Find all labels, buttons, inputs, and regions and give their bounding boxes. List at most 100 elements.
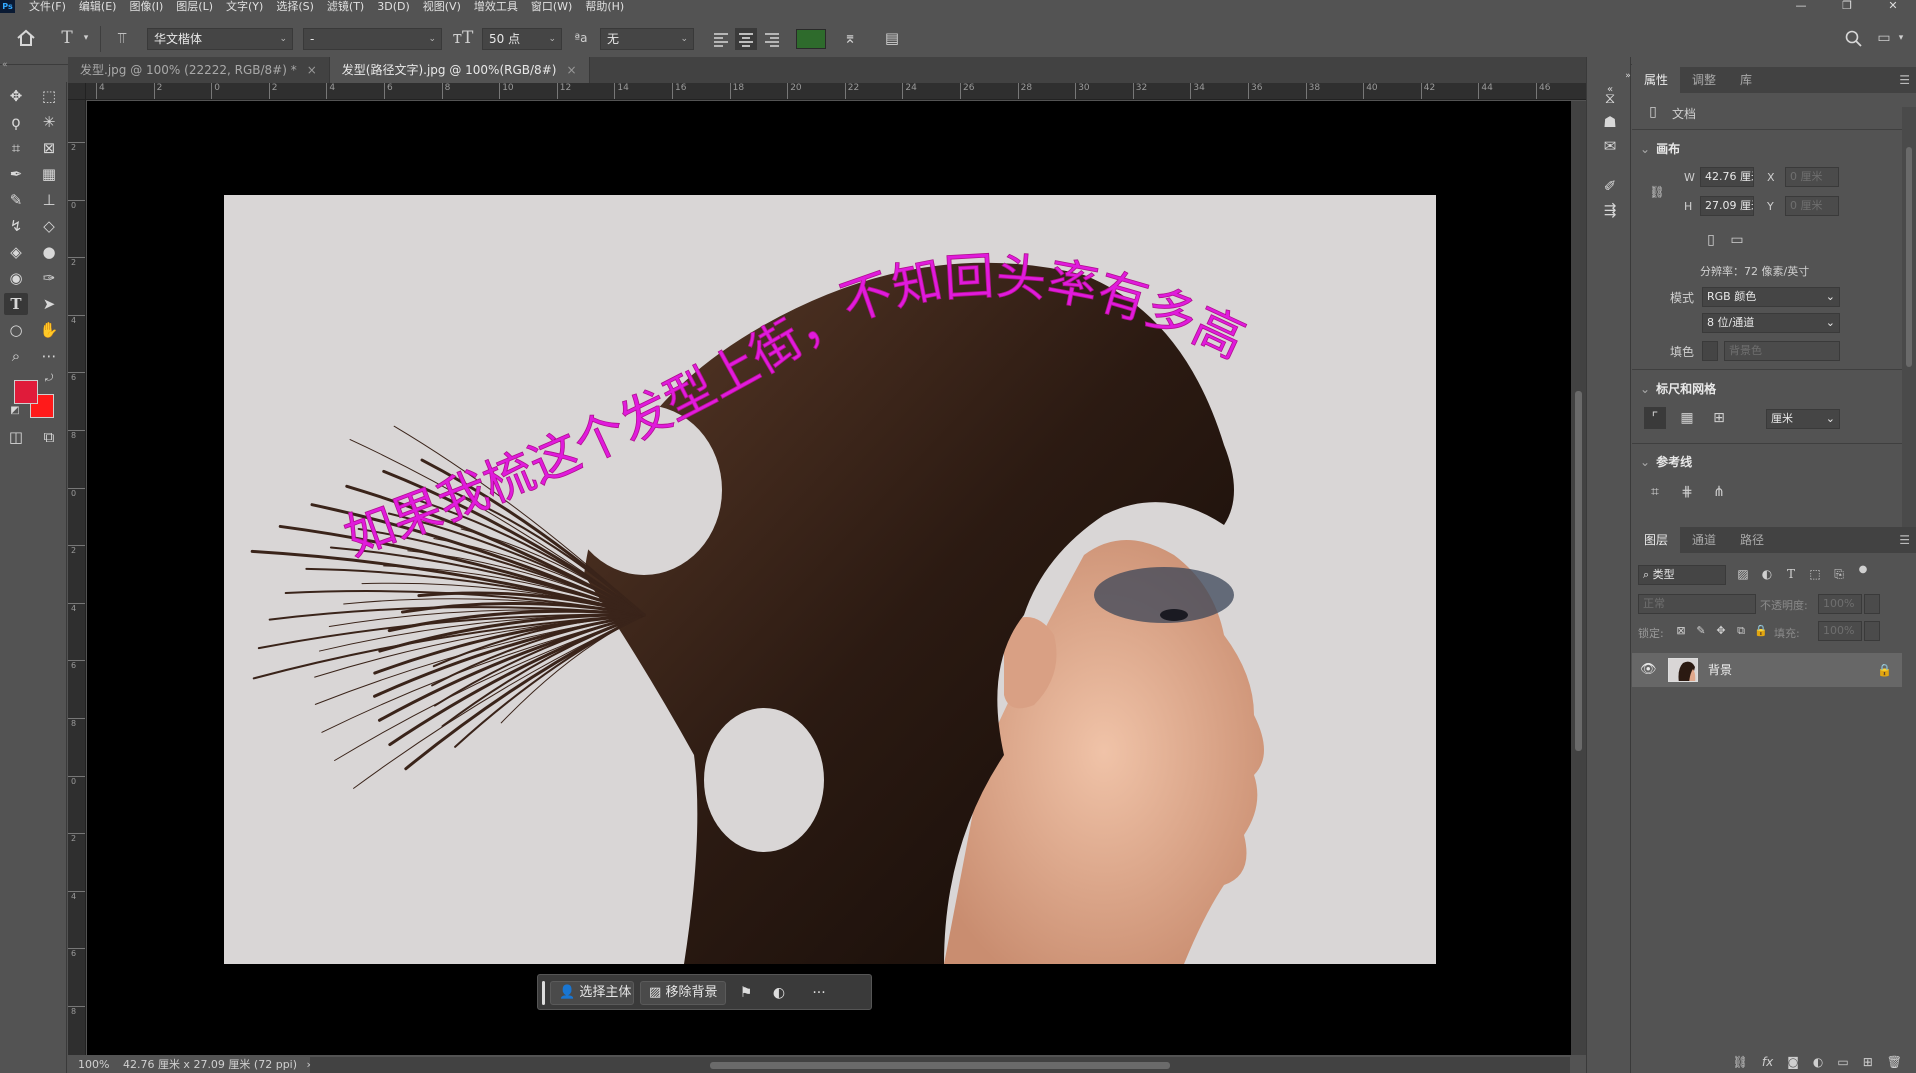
- home-icon[interactable]: [14, 26, 38, 50]
- history-brush-icon[interactable]: ↯: [4, 215, 28, 237]
- workspace-icon[interactable]: ▭: [1873, 27, 1895, 49]
- guide-from-shape-icon[interactable]: ⋔: [1708, 481, 1730, 503]
- guides-icon[interactable]: ⌗: [1644, 481, 1666, 503]
- select-subject-button[interactable]: 👤 选择主体: [550, 981, 634, 1005]
- menu-file[interactable]: 文件(F): [29, 0, 66, 13]
- move-tool-icon[interactable]: ✥: [4, 85, 28, 107]
- default-colors-icon[interactable]: ◩: [8, 404, 22, 418]
- filter-smart-object-icon[interactable]: ⎘: [1828, 563, 1850, 585]
- type-tool-icon[interactable]: T: [4, 293, 28, 315]
- canvas-horizontal-scrollbar[interactable]: [310, 1057, 1570, 1073]
- adjustment-icon[interactable]: ◐: [766, 981, 792, 1005]
- font-style-dropdown[interactable]: - ⌄: [303, 28, 442, 50]
- layer-name[interactable]: 背景: [1708, 653, 1732, 687]
- menu-view[interactable]: 视图(V): [423, 0, 461, 13]
- fill-color-swatch[interactable]: [1702, 341, 1718, 361]
- guide-layout-icon[interactable]: ⋕: [1676, 481, 1698, 503]
- brush-tool-icon[interactable]: ✎: [4, 189, 28, 211]
- lock-all-icon[interactable]: 🔒: [1750, 620, 1772, 642]
- chevron-down-icon[interactable]: ▾: [80, 27, 92, 49]
- add-mask-icon[interactable]: ◙: [1787, 1055, 1799, 1069]
- layer-style-icon[interactable]: fx: [1762, 1055, 1773, 1069]
- menu-plugins[interactable]: 增效工具: [474, 0, 518, 13]
- delete-layer-icon[interactable]: 🗑: [1887, 1055, 1902, 1069]
- actions-panel-icon[interactable]: ☗: [1599, 111, 1621, 133]
- color-mode-dropdown[interactable]: RGB 颜色 ⌄: [1702, 287, 1840, 307]
- anti-alias-dropdown[interactable]: 无 ⌄: [600, 28, 694, 50]
- zoom-level[interactable]: 100%: [78, 1058, 109, 1071]
- guides-section-header[interactable]: ⌄ 参考线: [1640, 453, 1692, 470]
- bit-depth-dropdown[interactable]: 8 位/通道 ⌄: [1702, 313, 1840, 333]
- menu-help[interactable]: 帮助(H): [585, 0, 624, 13]
- zoom-tool-icon[interactable]: ⌕: [4, 345, 28, 367]
- opacity-field[interactable]: 100%: [1818, 594, 1862, 614]
- filter-shape-icon[interactable]: ⬚: [1804, 563, 1826, 585]
- lock-position-icon[interactable]: ✥: [1710, 620, 1732, 642]
- blend-mode-dropdown[interactable]: 正常: [1638, 594, 1756, 614]
- new-group-icon[interactable]: ▭: [1837, 1055, 1848, 1069]
- adjustments-panel-icon[interactable]: ⇶: [1599, 199, 1621, 221]
- font-size-dropdown[interactable]: 50 点 ⌄: [482, 28, 562, 50]
- align-center-icon[interactable]: [735, 28, 757, 50]
- type-tool-preset-icon[interactable]: T: [55, 27, 79, 49]
- tab-libraries[interactable]: 库: [1728, 67, 1764, 93]
- menu-image[interactable]: 图像(I): [129, 0, 163, 13]
- menu-edit[interactable]: 编辑(E): [79, 0, 117, 13]
- minimize-button[interactable]: —: [1778, 0, 1824, 13]
- lock-icon[interactable]: 🔒: [1877, 653, 1892, 687]
- hand-tool-icon[interactable]: ✋: [37, 319, 61, 341]
- menu-type[interactable]: 文字(Y): [226, 0, 263, 13]
- portrait-orientation-icon[interactable]: ▯: [1700, 229, 1722, 251]
- fill-slider-button[interactable]: [1864, 621, 1880, 641]
- layer-filter-dropdown[interactable]: ⌕ 类型: [1638, 565, 1726, 585]
- canvas-vertical-scrollbar[interactable]: [1571, 101, 1586, 1055]
- font-family-dropdown[interactable]: 华文楷体 ⌄: [147, 28, 293, 50]
- comments-panel-icon[interactable]: ✉: [1599, 135, 1621, 157]
- scroll-thumb[interactable]: [1575, 391, 1582, 751]
- menu-window[interactable]: 窗口(W): [531, 0, 572, 13]
- filter-toggle-icon[interactable]: ●: [1852, 559, 1874, 581]
- restore-button[interactable]: ❐: [1824, 0, 1870, 13]
- more-options-icon[interactable]: ···: [806, 981, 832, 1005]
- filter-adjustment-icon[interactable]: ◐: [1756, 563, 1778, 585]
- lock-paint-icon[interactable]: ✎: [1690, 620, 1712, 642]
- foreground-color-swatch[interactable]: [14, 380, 38, 404]
- canvas-width-field[interactable]: 42.76 厘米: [1700, 167, 1754, 187]
- menu-select[interactable]: 选择(S): [276, 0, 314, 13]
- canvas-height-field[interactable]: 27.09 厘米: [1700, 196, 1754, 216]
- close-icon[interactable]: ×: [566, 63, 576, 77]
- fill-opacity-field[interactable]: 100%: [1818, 621, 1862, 641]
- canvas-area[interactable]: 如果我梳这个发型上街，不知回头率有多高: [87, 101, 1571, 1055]
- link-layers-icon[interactable]: ⛓: [1733, 1055, 1748, 1069]
- canvas-x-field[interactable]: 0 厘米: [1785, 167, 1839, 187]
- pen-tool-icon[interactable]: ✑: [37, 267, 61, 289]
- menu-filter[interactable]: 滤镜(T): [327, 0, 364, 13]
- character-panel-icon[interactable]: ▤: [880, 27, 904, 49]
- panel-menu-icon[interactable]: ☰: [1899, 67, 1910, 93]
- tab-channels[interactable]: 通道: [1680, 527, 1728, 553]
- brush-settings-icon[interactable]: ✐: [1599, 175, 1621, 197]
- search-icon[interactable]: [1843, 28, 1865, 50]
- link-icon[interactable]: ⛓: [1646, 181, 1668, 203]
- filter-pixel-icon[interactable]: ▨: [1732, 563, 1754, 585]
- panel-menu-icon[interactable]: ☰: [1899, 527, 1910, 553]
- crop-tool-icon[interactable]: ⌗: [4, 137, 28, 159]
- tab-document-1[interactable]: 发型.jpg @ 100% (22222, RGB/8#) * ×: [68, 57, 330, 83]
- collapse-icon[interactable]: «: [2, 60, 8, 70]
- ruler-toggle-icon[interactable]: ⌜: [1644, 407, 1666, 429]
- lock-artboard-icon[interactable]: ⧉: [1730, 620, 1752, 642]
- align-right-icon[interactable]: [761, 28, 783, 50]
- tab-properties[interactable]: 属性: [1632, 67, 1681, 93]
- eraser-icon[interactable]: ◇: [37, 215, 61, 237]
- scroll-thumb[interactable]: [1906, 147, 1912, 367]
- paint-bucket-icon[interactable]: ◈: [4, 241, 28, 263]
- screen-mode-icon[interactable]: ⧉: [37, 426, 61, 448]
- marquee-tool-icon[interactable]: ⬚: [37, 85, 61, 107]
- warp-text-icon[interactable]: ⌆: [838, 27, 862, 49]
- dodge-tool-icon[interactable]: ◉: [4, 267, 28, 289]
- more-tools-icon[interactable]: ⋯: [37, 345, 61, 367]
- opacity-slider-button[interactable]: [1864, 594, 1880, 614]
- patch-tool-icon[interactable]: ▦: [37, 163, 61, 185]
- canvas-section-header[interactable]: ⌄ 画布: [1640, 140, 1680, 157]
- filter-type-icon[interactable]: T: [1780, 563, 1802, 585]
